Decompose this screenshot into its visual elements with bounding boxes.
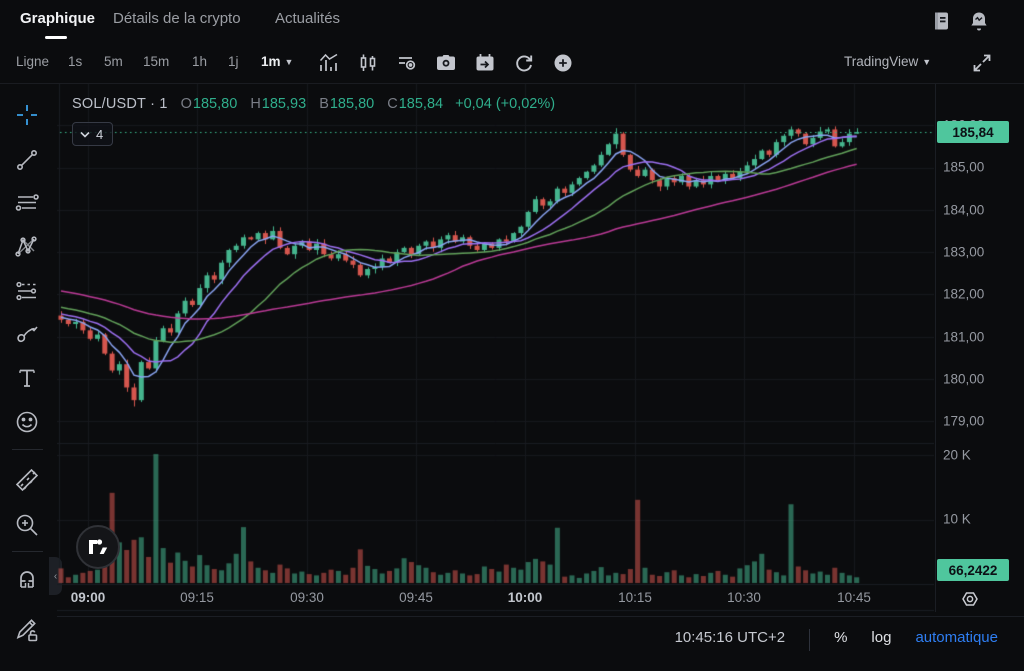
price-tick-label: 183,00 [943,245,984,260]
time-tick-label: 09:00 [71,590,106,605]
interval-15m[interactable]: 15m [143,54,169,69]
tradingview-menu[interactable]: TradingView▼ [844,54,931,69]
calendar-goto-icon[interactable] [473,51,497,75]
divider [809,629,810,651]
text-tool-icon[interactable] [13,364,41,392]
draw-lock-icon[interactable] [13,616,41,644]
journal-icon[interactable] [930,10,952,32]
xabcd-pattern-icon[interactable] [13,233,41,261]
current-volume-badge: 66,2422 [937,559,1009,581]
low-value: 185,80 [330,96,374,112]
last-price-badge: 185,84 [937,121,1009,143]
close-label: C [387,96,397,112]
volume-tick-label: 20 K [943,448,971,463]
symbol-info-row[interactable]: SOL/USDT · 1 O185,80 H185,93 B185,80 C18… [72,96,555,112]
candles-icon[interactable] [356,51,380,75]
chevron-down-icon: ▼ [922,57,931,67]
add-circle-icon[interactable] [551,51,575,75]
open-value: 185,80 [193,96,237,112]
time-tick-label: 09:30 [290,590,324,605]
clock[interactable]: 10:45:16 UTC+2 [675,629,786,646]
chart-type-button[interactable]: Ligne [16,54,49,69]
low-label: B [319,96,329,112]
chevron-down-icon: ▼ [285,57,294,67]
interval-active-1m[interactable]: 1m▼ [261,54,293,69]
price-tick-label: 179,00 [943,414,984,429]
time-tick-label: 10:45 [837,590,871,605]
refresh-icon[interactable] [512,51,536,75]
time-tick-label: 09:15 [180,590,214,605]
time-axis[interactable]: 09:00 09:15 09:30 09:45 10:00 10:15 10:30 10:45 [57,584,934,612]
time-tick-label: 09:45 [399,590,433,605]
axis-settings-cell[interactable] [935,585,1024,612]
time-tick-label: 10:00 [508,590,543,605]
display-settings-icon[interactable] [395,51,419,75]
chevron-down-icon [80,131,90,138]
price-axis[interactable]: 186,00185,00184,00183,00182,00181,00180,… [935,84,1024,612]
volume-tick-label: 10 K [943,512,971,527]
high-value: 185,93 [262,96,306,112]
fib-lines-icon[interactable] [13,189,41,217]
interval-1h[interactable]: 1h [192,54,207,69]
tab-graphique[interactable]: Graphique [20,10,95,27]
camera-icon[interactable] [434,51,458,75]
active-tab-indicator [45,36,67,39]
open-label: O [181,96,192,112]
gear-icon[interactable] [957,586,983,612]
emoji-icon[interactable] [13,408,41,436]
auto-scale-button[interactable]: automatique [915,629,998,646]
crosshair-icon[interactable] [13,101,41,129]
price-tick-label: 184,00 [943,203,984,218]
trading-app: { "header": { "tabs": [ {"label": "Graph… [0,0,1024,671]
interval-5m[interactable]: 5m [104,54,123,69]
chart-toolbar: Ligne 1s 5m 15m 1h 1j 1m▼ TradingView▼ [0,42,1024,84]
status-bar: 10:45:16 UTC+2 % log automatique [57,616,1024,671]
hidden-indicator-count: 4 [96,127,103,142]
time-tick-label: 10:15 [618,590,652,605]
trend-line-icon[interactable] [13,146,41,174]
high-label: H [250,96,260,112]
price-tick-label: 180,00 [943,372,984,387]
alert-bell-icon[interactable] [968,10,990,32]
percent-scale-button[interactable]: % [834,629,847,646]
fullscreen-icon[interactable] [970,51,994,75]
projection-icon[interactable] [13,277,41,305]
candlestick-chart[interactable] [57,84,934,612]
zoom-in-icon[interactable] [13,511,41,539]
interval-1s[interactable]: 1s [68,54,82,69]
sidebar-divider [12,551,43,552]
price-tick-label: 181,00 [943,330,984,345]
price-tick-label: 182,00 [943,287,984,302]
log-scale-button[interactable]: log [871,629,891,646]
brush-icon[interactable] [13,320,41,348]
tradingview-logo [76,525,120,569]
tab-actualites[interactable]: Actualités [275,10,340,27]
price-change: +0,04 (+0,02%) [455,96,555,112]
price-tick-label: 185,00 [943,160,984,175]
close-value: 185,84 [399,96,443,112]
top-tab-bar: Graphique Détails de la crypto Actualité… [0,0,1024,42]
ruler-icon[interactable] [13,466,41,494]
symbol-name[interactable]: SOL/USDT · 1 [72,96,168,112]
indicators-icon[interactable] [317,51,341,75]
tab-details-crypto[interactable]: Détails de la crypto [113,10,241,27]
time-tick-label: 10:30 [727,590,761,605]
magnet-icon[interactable] [13,564,41,592]
sidebar-divider [12,449,43,450]
legend-collapse-badge[interactable]: 4 [72,122,113,146]
interval-1j[interactable]: 1j [228,54,239,69]
